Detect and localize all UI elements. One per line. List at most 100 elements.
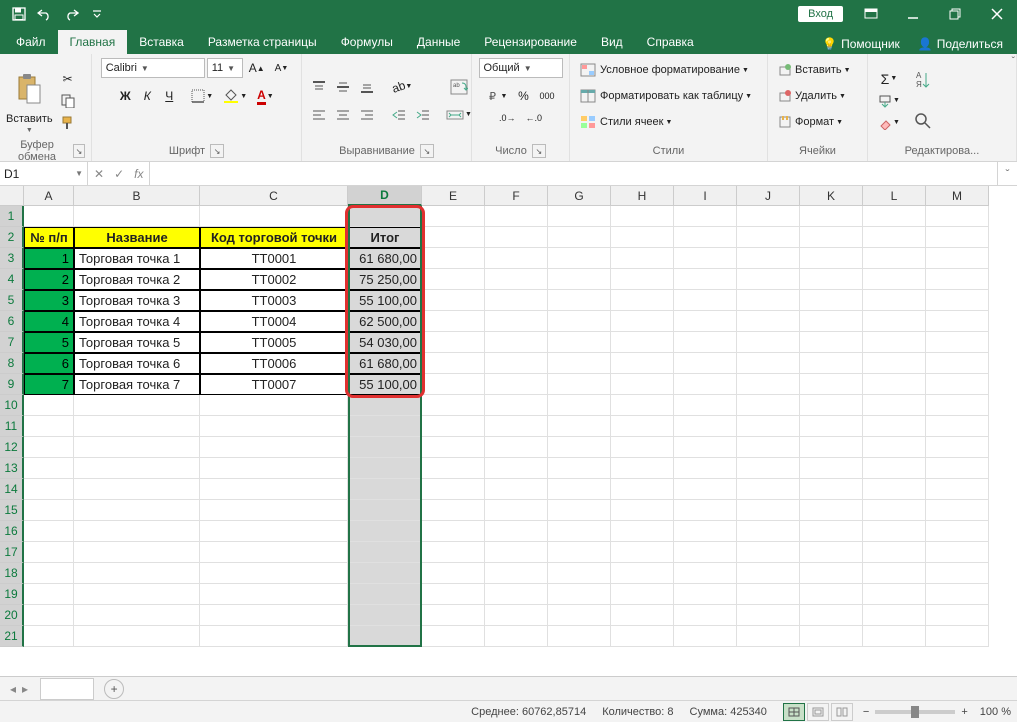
cell[interactable] <box>422 206 485 227</box>
cell[interactable] <box>74 500 200 521</box>
cell[interactable] <box>485 416 548 437</box>
cell[interactable] <box>548 332 611 353</box>
cell[interactable] <box>74 437 200 458</box>
autosum-button[interactable]: Σ▼ <box>874 69 904 89</box>
cell[interactable] <box>737 353 800 374</box>
formula-bar[interactable] <box>150 162 997 185</box>
cell[interactable] <box>926 227 989 248</box>
cell[interactable]: Торговая точка 1 <box>74 248 200 269</box>
cell[interactable] <box>674 521 737 542</box>
row-header-3[interactable]: 3 <box>0 248 24 269</box>
sheet-tab[interactable] <box>40 678 94 700</box>
align-top-button[interactable] <box>308 77 330 97</box>
cell[interactable] <box>24 542 74 563</box>
cell[interactable] <box>737 479 800 500</box>
increase-decimal-button[interactable]: .0→ <box>495 108 520 128</box>
row-header-18[interactable]: 18 <box>0 563 24 584</box>
zoom-out-button[interactable]: − <box>863 706 869 718</box>
accounting-format-button[interactable]: ₽▼ <box>483 86 512 106</box>
cell[interactable]: 61 680,00 <box>348 353 422 374</box>
cell[interactable]: 55 100,00 <box>348 290 422 311</box>
align-bottom-button[interactable] <box>356 77 378 97</box>
row-header-5[interactable]: 5 <box>0 290 24 311</box>
underline-button[interactable]: Ч <box>159 86 179 106</box>
cell[interactable] <box>674 311 737 332</box>
cell[interactable] <box>611 332 674 353</box>
undo-button[interactable] <box>32 1 58 27</box>
cell[interactable] <box>611 437 674 458</box>
cell[interactable] <box>348 206 422 227</box>
cell[interactable] <box>422 500 485 521</box>
cell[interactable] <box>737 311 800 332</box>
cell[interactable] <box>926 437 989 458</box>
cell[interactable]: Торговая точка 4 <box>74 311 200 332</box>
decrease-decimal-button[interactable]: ←.0 <box>522 108 547 128</box>
cell[interactable] <box>74 563 200 584</box>
cell[interactable] <box>674 479 737 500</box>
cell[interactable] <box>926 353 989 374</box>
cell[interactable] <box>611 269 674 290</box>
new-sheet-button[interactable]: + <box>104 679 124 699</box>
cell[interactable]: ТТ0006 <box>200 353 348 374</box>
tab-data[interactable]: Данные <box>405 30 472 54</box>
clear-button[interactable]: ▼ <box>874 113 904 133</box>
cell[interactable] <box>422 332 485 353</box>
col-header-B[interactable]: B <box>74 186 200 206</box>
cell[interactable] <box>863 248 926 269</box>
cell[interactable] <box>737 458 800 479</box>
cell[interactable] <box>926 500 989 521</box>
col-header-G[interactable]: G <box>548 186 611 206</box>
borders-button[interactable]: ▼ <box>187 86 217 106</box>
ribbon-display-button[interactable] <box>851 0 891 28</box>
format-painter-button[interactable] <box>57 113 79 133</box>
alignment-launcher[interactable]: ↘ <box>420 144 434 158</box>
row-header-1[interactable]: 1 <box>0 206 24 227</box>
cell[interactable] <box>24 563 74 584</box>
cell[interactable]: № п/п <box>24 227 74 248</box>
cell[interactable] <box>548 248 611 269</box>
cell[interactable] <box>422 521 485 542</box>
cell[interactable]: 75 250,00 <box>348 269 422 290</box>
cell[interactable] <box>200 542 348 563</box>
tab-page-layout[interactable]: Разметка страницы <box>196 30 329 54</box>
cell[interactable] <box>611 206 674 227</box>
cell[interactable] <box>348 437 422 458</box>
cell[interactable] <box>674 269 737 290</box>
cell[interactable] <box>800 458 863 479</box>
paste-button[interactable] <box>12 67 46 111</box>
cell[interactable] <box>737 374 800 395</box>
cell[interactable] <box>737 248 800 269</box>
row-header-10[interactable]: 10 <box>0 395 24 416</box>
cell[interactable] <box>348 605 422 626</box>
cell[interactable] <box>674 626 737 647</box>
cell[interactable] <box>200 605 348 626</box>
cell[interactable] <box>611 353 674 374</box>
row-header-2[interactable]: 2 <box>0 227 24 248</box>
cell[interactable] <box>863 353 926 374</box>
delete-cells-button[interactable]: Удалить▼ <box>774 84 861 108</box>
zoom-in-button[interactable]: + <box>961 706 967 718</box>
name-box[interactable]: D1▼ <box>0 162 88 185</box>
format-cells-button[interactable]: Формат▼ <box>774 110 861 134</box>
row-header-11[interactable]: 11 <box>0 416 24 437</box>
cell[interactable] <box>863 626 926 647</box>
cell[interactable] <box>800 542 863 563</box>
cell[interactable] <box>863 500 926 521</box>
cell[interactable] <box>674 605 737 626</box>
cell[interactable] <box>737 227 800 248</box>
cell[interactable] <box>348 584 422 605</box>
cell[interactable] <box>200 206 348 227</box>
cell[interactable] <box>611 374 674 395</box>
cell[interactable] <box>348 521 422 542</box>
orientation-button[interactable]: ab▼ <box>388 77 416 97</box>
cell[interactable] <box>863 458 926 479</box>
cell[interactable] <box>422 437 485 458</box>
spreadsheet-grid[interactable]: ABCDEFGHIJKLM 12345678910111213141516171… <box>0 186 1017 676</box>
cell[interactable] <box>24 437 74 458</box>
cell[interactable] <box>74 542 200 563</box>
cell[interactable] <box>611 311 674 332</box>
cell[interactable] <box>863 395 926 416</box>
cell[interactable] <box>800 353 863 374</box>
cell[interactable] <box>800 563 863 584</box>
align-left-button[interactable] <box>308 105 330 125</box>
